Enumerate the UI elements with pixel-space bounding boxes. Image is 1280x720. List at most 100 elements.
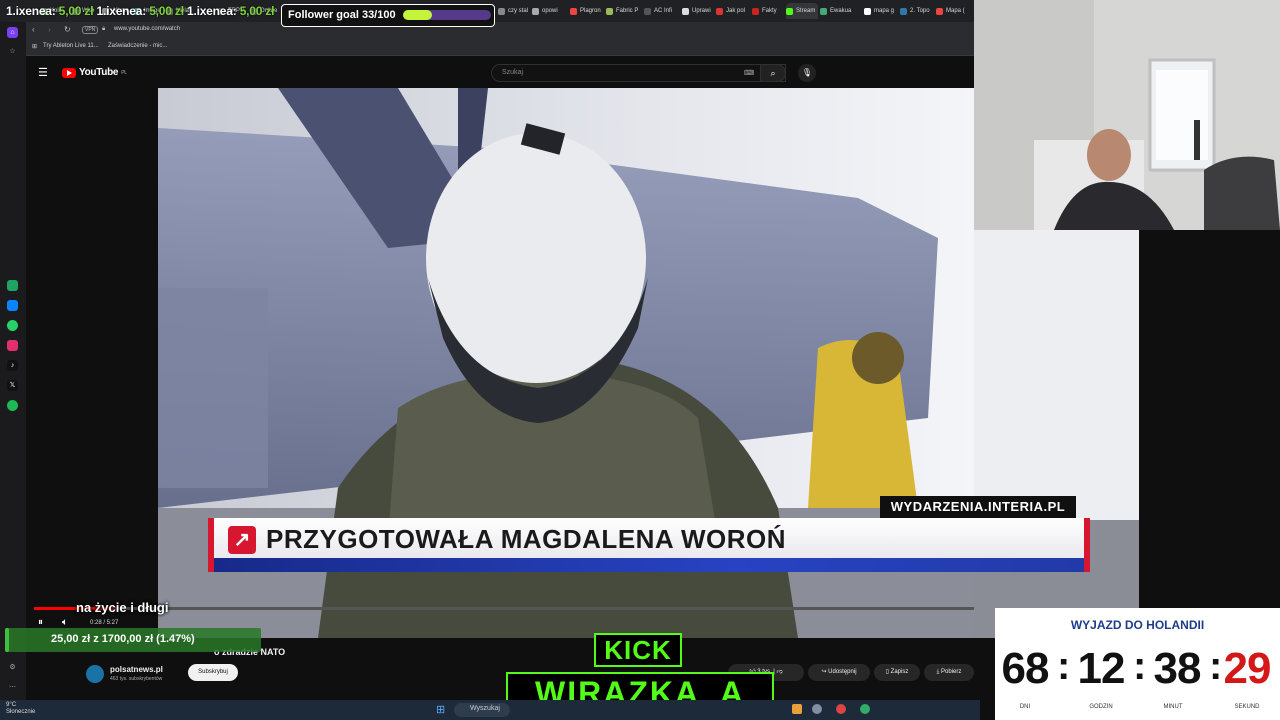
countdown-minutes: 38 [1153, 644, 1202, 693]
bookmarks-bar: ⊞ Try Ableton Live 11... Zaświadczenie -… [26, 40, 974, 56]
taskbar-app-icon[interactable] [812, 704, 822, 714]
countdown-widget: WYJAZD DO HOLANDII 68 : 12 : 38 : 29 DNI… [995, 608, 1280, 720]
x-icon[interactable]: 𝕏 [7, 380, 18, 391]
browser-tab[interactable]: Uprawi [682, 3, 714, 19]
youtube-logo[interactable]: YouTube PL [62, 67, 127, 78]
whatsapp-icon[interactable] [7, 320, 18, 331]
forward-icon[interactable]: › [48, 25, 51, 34]
taskbar-app-icon[interactable] [792, 704, 802, 714]
instagram-icon[interactable] [7, 340, 18, 351]
windows-start-icon[interactable]: ⊞ [436, 703, 445, 716]
tab-favicon [498, 7, 505, 15]
browser-tab[interactable]: Ewakua [820, 3, 854, 19]
browser-tab[interactable]: czy stal [498, 3, 532, 19]
tab-favicon [864, 7, 871, 15]
menu-icon[interactable]: ☰ [38, 66, 48, 79]
channel-subscribers: 463 tys. subskrybentów [110, 676, 163, 682]
browser-tab[interactable]: Jak pol [716, 3, 750, 19]
search-icon: ⌕ [770, 68, 776, 78]
bookmark-item[interactable]: Zaświadczenie - mic... [108, 43, 167, 49]
bookmark-item[interactable]: Try Ableton Live 11... [43, 43, 99, 49]
weather-widget[interactable]: 9°C Słonecznie [6, 702, 35, 716]
url-field[interactable]: www.youtube.com/watch [114, 26, 180, 32]
video-progress-bar[interactable] [34, 607, 974, 610]
countdown-label-hours: GODZIN [1089, 704, 1113, 710]
address-bar: ‹ › ↻ VPN 🔒︎ www.youtube.com/watch [26, 22, 974, 40]
tab-favicon [644, 7, 651, 15]
youtube-play-icon [62, 67, 76, 78]
share-button[interactable]: ↪ Udostępnij [808, 664, 870, 681]
tab-favicon [716, 7, 723, 15]
source-tag: WYDARZENIA.INTERIA.PL [880, 496, 1076, 518]
donation-ticker: 1.ixenea: 5,00 zł 1.ixenea: 5,00 zł 1.ix… [6, 4, 275, 18]
video-frame-right [974, 230, 1139, 638]
browser-tab[interactable]: AC Infi [644, 3, 680, 19]
chatgpt-icon[interactable] [7, 280, 18, 291]
video-time: 0:28 / 5:27 [90, 620, 119, 626]
share-icon: ↪ [821, 669, 827, 675]
subscribe-button[interactable]: Subskrybuj [188, 664, 238, 681]
taskbar-search[interactable]: Wyszukaj [454, 703, 510, 717]
taskbar-app-icon[interactable] [836, 704, 846, 714]
donation-goal-text: 25,00 zł z 1700,00 zł (1.47%) [51, 633, 195, 645]
sidebar-apps: ⌂ ☆ ♪ 𝕏 ⚙ ⋯ [0, 22, 26, 700]
webcam-feed [974, 0, 1280, 230]
donation-goal-fill [5, 628, 9, 652]
more-icon[interactable]: ⋯ [7, 682, 18, 693]
interia-logo-icon: ↗ [228, 526, 256, 554]
follower-goal-label: Follower goal 33/100 [288, 9, 396, 21]
browser-tab[interactable]: Fakty [752, 3, 784, 19]
messenger-icon[interactable] [7, 300, 18, 311]
countdown-separator: : [1133, 644, 1147, 688]
download-icon: ⤓ [936, 669, 940, 675]
download-button[interactable]: ⤓ Pobierz [924, 664, 974, 681]
tab-favicon [532, 7, 539, 15]
countdown-separator: : [1057, 644, 1071, 688]
volume-icon[interactable]: 🔈︎ [62, 617, 68, 628]
lower-third-text: PRZYGOTOWAŁA MAGDALENA WOROŃ [266, 524, 787, 554]
apps-icon[interactable]: ⊞ [32, 43, 37, 50]
reload-icon[interactable]: ↻ [64, 25, 71, 34]
browser-tab[interactable]: Fabric P [606, 3, 642, 19]
taskbar: 9°C Słonecznie ⊞ Wyszukaj [0, 700, 980, 720]
browser-tab[interactable]: Mapa ( [936, 3, 970, 19]
countdown-seconds: 29 [1223, 644, 1272, 693]
settings-icon[interactable]: ⚙ [7, 662, 18, 673]
mic-icon: 🎙︎ [801, 68, 813, 77]
countdown-label-minutes: MINUT [1163, 704, 1183, 710]
stream-caption: na życie i długi [76, 600, 169, 615]
channel-name[interactable]: polsatnews.pl [110, 665, 163, 674]
youtube-header: ☰ YouTube PL Szukaj ⌨ ⌕ 🎙︎ [26, 58, 974, 88]
taskbar-app-icon[interactable] [860, 704, 870, 714]
search-button[interactable]: ⌕ [760, 64, 786, 82]
avatar[interactable] [86, 665, 104, 683]
home-icon[interactable]: ⌂ [7, 27, 18, 38]
search-input[interactable]: Szukaj [491, 64, 786, 82]
countdown-label-seconds: SEKUND [1234, 704, 1260, 710]
spotify-icon[interactable] [7, 400, 18, 411]
browser-tab[interactable]: opowi [532, 3, 568, 19]
tab-favicon [820, 7, 827, 15]
pause-icon[interactable]: ⏸ [38, 617, 43, 628]
tab-favicon [936, 7, 943, 15]
save-button[interactable]: ▯ Zapisz [874, 664, 920, 681]
tab-favicon [570, 7, 577, 15]
browser-tab-active[interactable]: Stream [786, 3, 818, 19]
star-icon[interactable]: ☆ [7, 46, 18, 57]
keyboard-icon[interactable]: ⌨ [744, 69, 754, 77]
tiktok-icon[interactable]: ♪ [7, 360, 18, 371]
voice-search-button[interactable]: 🎙︎ [798, 64, 816, 82]
tab-favicon [900, 7, 907, 15]
tab-favicon [682, 7, 689, 15]
kick-logo: KICK [594, 633, 682, 667]
countdown-title: WYJAZD DO HOLANDII [1070, 618, 1205, 632]
browser-tab[interactable]: mapa g [864, 3, 898, 19]
back-icon[interactable]: ‹ [32, 25, 35, 34]
browser-tab[interactable]: 2. Topo [900, 3, 934, 19]
countdown-label-days: DNI [1019, 704, 1031, 710]
lock-icon[interactable]: 🔒︎ [102, 26, 105, 33]
tab-favicon [752, 7, 759, 15]
vpn-badge[interactable]: VPN [82, 26, 99, 34]
browser-tab[interactable]: Plagron [570, 3, 604, 19]
tab-favicon [606, 7, 613, 15]
